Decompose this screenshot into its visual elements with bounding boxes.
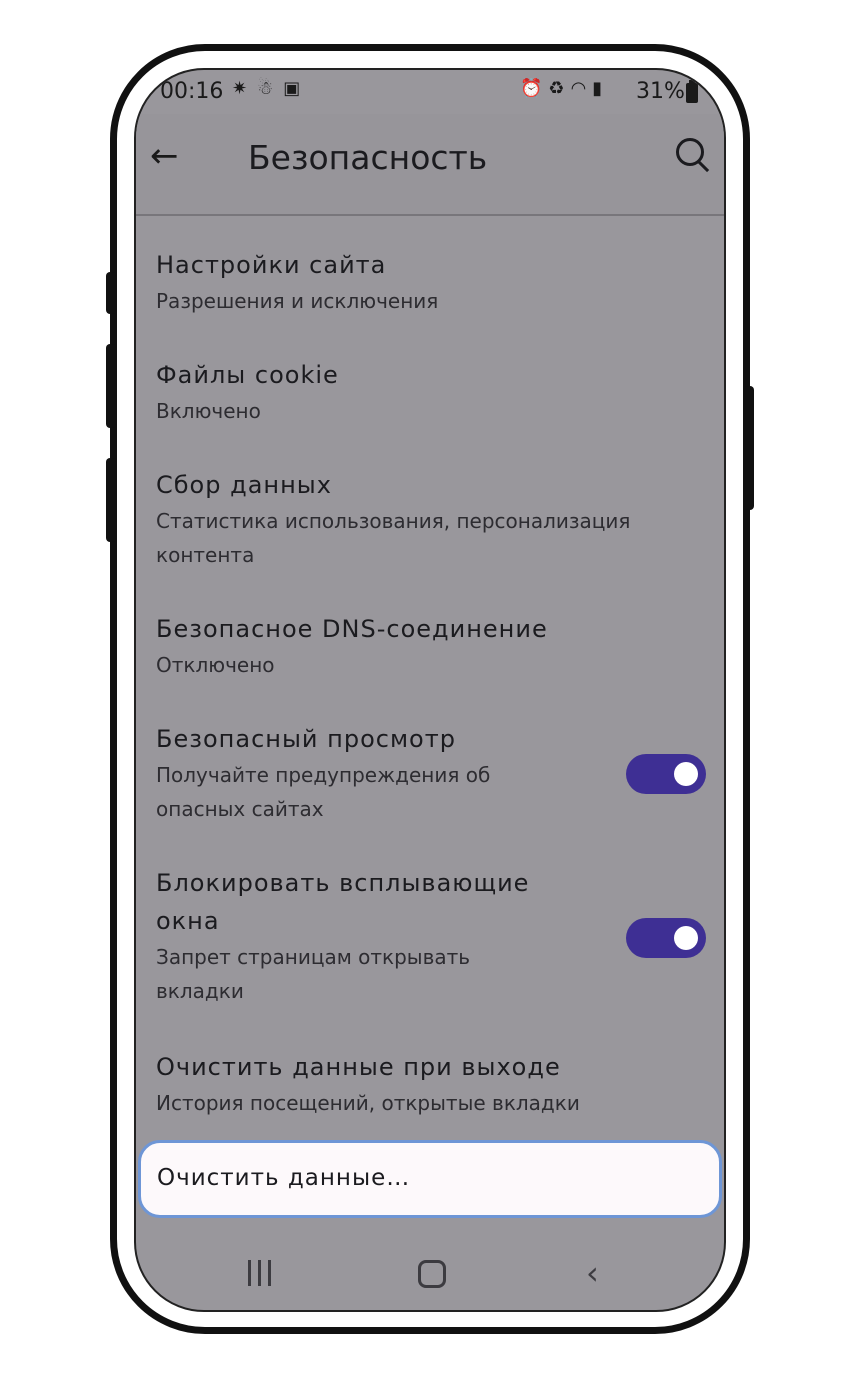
- safe-browsing-toggle[interactable]: [626, 754, 706, 794]
- navigation-bar: ‹: [136, 1240, 724, 1310]
- alarm-icon: ⏰: [520, 78, 549, 99]
- setting-subtitle: Запрет страницам открывать вкладки: [156, 945, 471, 1003]
- battery-percent: 31%: [636, 79, 685, 104]
- notification-icon: ☃: [257, 78, 284, 99]
- toggle-knob: [674, 762, 698, 786]
- setting-safe-browsing[interactable]: Безопасный просмотр Получайте предупрежд…: [156, 720, 706, 826]
- phone-side-button-1: [106, 272, 116, 314]
- setting-title: Блокировать всплывающие окна: [156, 869, 530, 935]
- setting-subtitle: Получайте предупреждения об опасных сайт…: [156, 763, 491, 821]
- status-bar: 00:16 ✷☃▣ ⏰♻◠▮ 31%: [136, 70, 724, 114]
- setting-secure-dns[interactable]: Безопасное DNS-соединение Отключено: [156, 610, 706, 682]
- battery-icon: [686, 80, 698, 103]
- phone-side-button-3: [106, 458, 116, 542]
- status-time: 00:16: [160, 79, 224, 104]
- setting-title: Сбор данных: [156, 471, 332, 499]
- setting-title: Очистить данные при выходе: [156, 1053, 561, 1081]
- recent-apps-icon[interactable]: [248, 1260, 274, 1286]
- setting-subtitle: Отключено: [156, 653, 275, 677]
- arrow-left-icon[interactable]: ←: [150, 136, 179, 176]
- toggle-knob: [674, 926, 698, 950]
- clear-data-button[interactable]: Очистить данные…: [138, 1140, 722, 1218]
- wifi-icon: ◠: [570, 78, 593, 99]
- image-icon: ▣: [283, 78, 311, 99]
- home-icon[interactable]: [418, 1260, 446, 1288]
- setting-title: Безопасный просмотр: [156, 725, 456, 753]
- signal-icon: ▮: [592, 78, 609, 99]
- phone-power-button: [744, 386, 754, 510]
- setting-subtitle: Статистика использования, персонализация…: [156, 509, 631, 567]
- setting-data-collection[interactable]: Сбор данных Статистика использования, пе…: [156, 466, 706, 572]
- setting-title: Файлы cookie: [156, 361, 339, 389]
- status-right-icons: ⏰♻◠▮: [520, 78, 608, 99]
- setting-subtitle: Разрешения и исключения: [156, 289, 439, 313]
- phone-screen: 00:16 ✷☃▣ ⏰♻◠▮ 31% ← Безопасность Настро…: [134, 68, 726, 1312]
- block-popups-toggle[interactable]: [626, 918, 706, 958]
- setting-block-popups[interactable]: Блокировать всплывающие окна Запрет стра…: [156, 864, 706, 1008]
- setting-title: Настройки сайта: [156, 251, 387, 279]
- setting-cookies[interactable]: Файлы cookie Включено: [156, 356, 706, 428]
- setting-title: Безопасное DNS-соединение: [156, 615, 548, 643]
- setting-site-settings[interactable]: Настройки сайта Разрешения и исключения: [156, 246, 706, 318]
- setting-clear-on-exit[interactable]: Очистить данные при выходе История посещ…: [156, 1048, 706, 1120]
- page-title: Безопасность: [248, 138, 488, 177]
- status-left-icons: ✷☃▣: [232, 78, 310, 99]
- phone-side-button-2: [106, 344, 116, 428]
- setting-subtitle: Включено: [156, 399, 261, 423]
- setting-subtitle: История посещений, открытые вкладки: [156, 1091, 580, 1115]
- search-icon[interactable]: [676, 138, 704, 166]
- signal-burst-icon: ✷: [232, 78, 258, 99]
- app-bar: ← Безопасность: [136, 114, 724, 216]
- recycle-icon: ♻: [548, 78, 571, 99]
- back-icon[interactable]: ‹: [586, 1254, 599, 1292]
